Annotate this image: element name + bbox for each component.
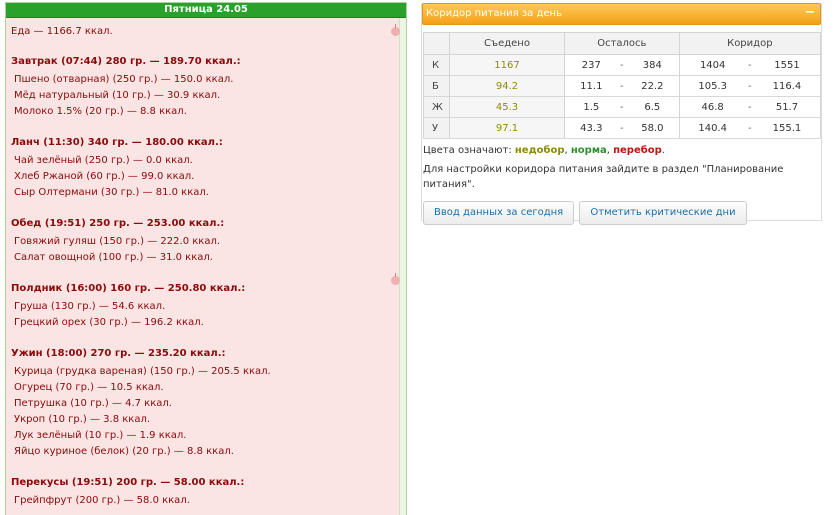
range-separator: -	[617, 96, 627, 118]
remaining-max: 384	[626, 54, 680, 76]
food-item: Хлеб Ржаной (60 гр.) — 99.0 ккал.	[14, 171, 195, 182]
meal-breakfast: Завтрак (07:44) 280 гр. — 189.70 ккал.: …	[11, 55, 406, 120]
collapse-icon[interactable]: −	[803, 5, 817, 21]
row-label: Б	[423, 75, 450, 97]
corridor-max: 116.4	[753, 75, 821, 97]
meal-supper: Ужин (18:00) 270 гр. — 235.20 ккал.: Кур…	[11, 347, 406, 460]
remaining-max: 58.0	[626, 117, 680, 139]
food-item: Грецкий орех (30 гр.) — 196.2 ккал.	[14, 317, 204, 328]
button-bar: Ввод данных за сегодня Отметить критичес…	[423, 201, 822, 225]
color-legend: Цвета означают: недобор, норма, перебор.	[423, 144, 822, 158]
day-title: Пятница 24.05	[6, 3, 406, 18]
corridor-min: 46.8	[679, 96, 746, 118]
meal-title: Обед (19:51) 250 гр. — 253.00 ккал.:	[11, 218, 225, 229]
range-separator: -	[745, 75, 754, 97]
food-item: Лук зелёный (10 гр.) — 1.9 ккал.	[14, 430, 187, 441]
range-separator: -	[617, 54, 627, 76]
meal-snack: Полдник (16:00) 160 гр. — 250.80 ккал.: …	[11, 282, 406, 331]
legend-over: перебор	[613, 145, 662, 156]
corridor-max: 155.1	[753, 117, 821, 139]
meal-title: Ужин (18:00) 270 гр. — 235.20 ккал.:	[11, 348, 226, 359]
corridor-header[interactable]: Коридор питания за день −	[422, 3, 821, 25]
legend-prefix: Цвета означают:	[423, 145, 515, 156]
food-item: Пшено (отварная) (250 гр.) — 150.0 ккал.	[14, 74, 234, 85]
food-item: Сыр Олтермани (30 гр.) — 81.0 ккал.	[14, 187, 209, 198]
remaining-min: 1.5	[564, 96, 618, 118]
meal-snacks: Перекусы (19:51) 200 гр. — 58.00 ккал.: …	[11, 476, 406, 509]
header-remaining: Осталось	[564, 32, 680, 55]
row-label: К	[423, 54, 450, 76]
range-separator: -	[745, 54, 754, 76]
meal-lunch: Ланч (11:30) 340 гр. — 180.00 ккал.: Чай…	[11, 136, 406, 201]
meal-title: Полдник (16:00) 160 гр. — 250.80 ккал.:	[11, 283, 246, 294]
range-separator: -	[745, 117, 754, 139]
food-item: Огурец (70 гр.) — 10.5 ккал.	[14, 382, 164, 393]
remaining-max: 22.2	[626, 75, 680, 97]
remaining-min: 11.1	[564, 75, 618, 97]
food-item: Курица (грудка вареная) (150 гр.) — 205.…	[14, 366, 271, 377]
row-label: Ж	[423, 96, 450, 118]
day-panel: Пятница 24.05 Еда — 1166.7 ккал. Завтрак…	[5, 2, 407, 515]
food-item: Молоко 1.5% (20 гр.) — 8.8 ккал.	[14, 106, 187, 117]
meal-title: Ланч (11:30) 340 гр. — 180.00 ккал.:	[11, 137, 223, 148]
eaten-value: 97.1	[449, 117, 565, 139]
corridor-body: Съедено Осталось Коридор К 1167 237 - 38…	[422, 32, 822, 225]
eaten-value: 1167	[449, 54, 565, 76]
corridor-table: Съедено Осталось Коридор К 1167 237 - 38…	[423, 32, 822, 139]
table-row: Б 94.2 11.1 - 22.2 105.3 - 116.4	[423, 75, 821, 97]
apple-icon[interactable]	[391, 273, 400, 285]
meal-title: Завтрак (07:44) 280 гр. — 189.70 ккал.:	[11, 56, 241, 67]
corridor-title: Коридор питания за день	[426, 8, 562, 19]
remaining-min: 43.3	[564, 117, 618, 139]
day-body: Еда — 1166.7 ккал. Завтрак (07:44) 280 г…	[6, 18, 406, 515]
daily-total: Еда — 1166.7 ккал.	[11, 26, 113, 37]
mark-critical-days-button[interactable]: Отметить критические дни	[579, 201, 747, 225]
legend-norm: норма	[570, 145, 607, 156]
food-item: Яйцо куриное (белок) (20 гр.) — 8.8 ккал…	[14, 446, 234, 457]
food-item: Мёд натуральный (10 гр.) — 30.9 ккал.	[14, 90, 221, 101]
header-blank	[423, 32, 450, 55]
remaining-min: 237	[564, 54, 618, 76]
eaten-value: 45.3	[449, 96, 565, 118]
corridor-panel: Коридор питания за день − Съедено Остало…	[421, 3, 822, 225]
legend-end: .	[661, 145, 665, 156]
table-header-row: Съедено Осталось Коридор	[423, 32, 822, 55]
apple-icon[interactable]	[391, 24, 400, 36]
food-item: Чай зелёный (250 гр.) — 0.0 ккал.	[14, 155, 193, 166]
food-item: Петрушка (10 гр.) — 4.7 ккал.	[14, 398, 172, 409]
table-row: К 1167 237 - 384 1404 - 1551	[423, 54, 821, 76]
table-row: Ж 45.3 1.5 - 6.5 46.8 - 51.7	[423, 96, 821, 118]
meal-dinner: Обед (19:51) 250 гр. — 253.00 ккал.: Гов…	[11, 217, 406, 266]
food-item: Говяжий гуляш (150 гр.) — 222.0 ккал.	[14, 236, 221, 247]
corridor-max: 51.7	[753, 96, 821, 118]
food-item: Укроп (10 гр.) — 3.8 ккал.	[14, 414, 151, 425]
range-separator: -	[617, 75, 627, 97]
settings-hint: Для настройки коридора питания зайдите в…	[423, 164, 784, 190]
table-row: У 97.1 43.3 - 58.0 140.4 - 155.1	[423, 117, 821, 139]
food-item: Грейпфрут (200 гр.) — 58.0 ккал.	[14, 495, 190, 506]
header-corridor: Коридор	[678, 32, 822, 55]
meal-list: Еда — 1166.7 ккал. Завтрак (07:44) 280 г…	[6, 18, 406, 509]
row-label: У	[423, 117, 450, 139]
header-eaten: Съедено	[449, 32, 565, 55]
food-item: Салат овощной (100 гр.) — 31.0 ккал.	[14, 252, 213, 263]
corridor-min: 140.4	[679, 117, 746, 139]
corridor-max: 1551	[753, 54, 821, 76]
remaining-max: 6.5	[626, 96, 680, 118]
eaten-value: 94.2	[449, 75, 565, 97]
side-strip	[399, 18, 406, 515]
range-separator: -	[617, 117, 627, 139]
range-separator: -	[745, 96, 754, 118]
corridor-min: 105.3	[679, 75, 746, 97]
enter-today-button[interactable]: Ввод данных за сегодня	[423, 201, 575, 225]
food-item: Груша (130 гр.) — 54.6 ккал.	[14, 301, 166, 312]
meal-title: Перекусы (19:51) 200 гр. — 58.00 ккал.:	[11, 477, 245, 488]
legend-under: недобор	[514, 145, 565, 156]
corridor-min: 1404	[679, 54, 746, 76]
